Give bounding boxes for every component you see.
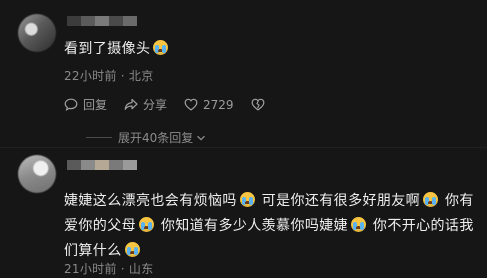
comment-meta: 22小时前 · 北京	[64, 67, 154, 84]
username-redacted[interactable]	[67, 16, 137, 26]
share-button[interactable]: 分享	[124, 96, 167, 113]
meta-separator: ·	[120, 262, 125, 276]
comment-actions: 回复 分享 2729	[64, 96, 270, 113]
comment-time: 21小时前	[64, 262, 117, 276]
expand-replies-button[interactable]: 展开40条回复	[86, 129, 206, 146]
avatar[interactable]	[18, 14, 56, 52]
loudly-crying-emoji	[351, 217, 367, 232]
comment-body: 看到了摄像头	[64, 41, 151, 57]
loudly-crying-emoji	[153, 40, 169, 55]
comment-time: 22小时前	[64, 69, 117, 83]
share-label: 分享	[143, 98, 168, 112]
comment-segment: 可是你还有很多好朋友啊	[261, 193, 421, 209]
reply-label: 回复	[83, 98, 108, 112]
comment-feed: 看到了摄像头 22小时前 · 北京 回复 分享 2729 展开40条回复 婕婕这…	[0, 0, 487, 278]
loudly-crying-emoji	[124, 242, 140, 257]
heart-icon	[184, 98, 198, 111]
dislike-button[interactable]	[251, 98, 270, 111]
loudly-crying-emoji	[423, 192, 439, 207]
comment-location: 北京	[128, 69, 154, 83]
chevron-down-icon	[197, 135, 206, 141]
comment-meta: 21小时前 · 山东	[64, 260, 154, 277]
comment-text: 婕婕这么漂亮也会有烦恼吗 可是你还有很多好朋友啊 你有爱你的父母 你知道有多少人…	[64, 189, 482, 264]
expand-replies-label: 展开40条回复	[118, 131, 194, 145]
comment-divider	[0, 147, 487, 148]
avatar[interactable]	[18, 155, 56, 193]
broken-heart-icon	[251, 98, 264, 111]
like-button[interactable]: 2729	[184, 98, 234, 112]
comment-location: 山东	[128, 262, 154, 276]
chat-bubble-icon	[64, 98, 78, 111]
expand-line	[86, 137, 112, 138]
meta-separator: ·	[120, 69, 125, 83]
comment-segment: 你知道有多少人羡慕你吗婕婕	[160, 218, 349, 234]
loudly-crying-emoji	[239, 192, 255, 207]
username-redacted[interactable]	[67, 160, 137, 170]
share-arrow-icon	[124, 98, 138, 110]
like-count: 2729	[203, 97, 234, 112]
comment-segment: 婕婕这么漂亮也会有烦恼吗	[64, 193, 237, 209]
loudly-crying-emoji	[139, 217, 154, 232]
comment-text: 看到了摄像头	[64, 37, 464, 62]
reply-button[interactable]: 回复	[64, 96, 107, 113]
